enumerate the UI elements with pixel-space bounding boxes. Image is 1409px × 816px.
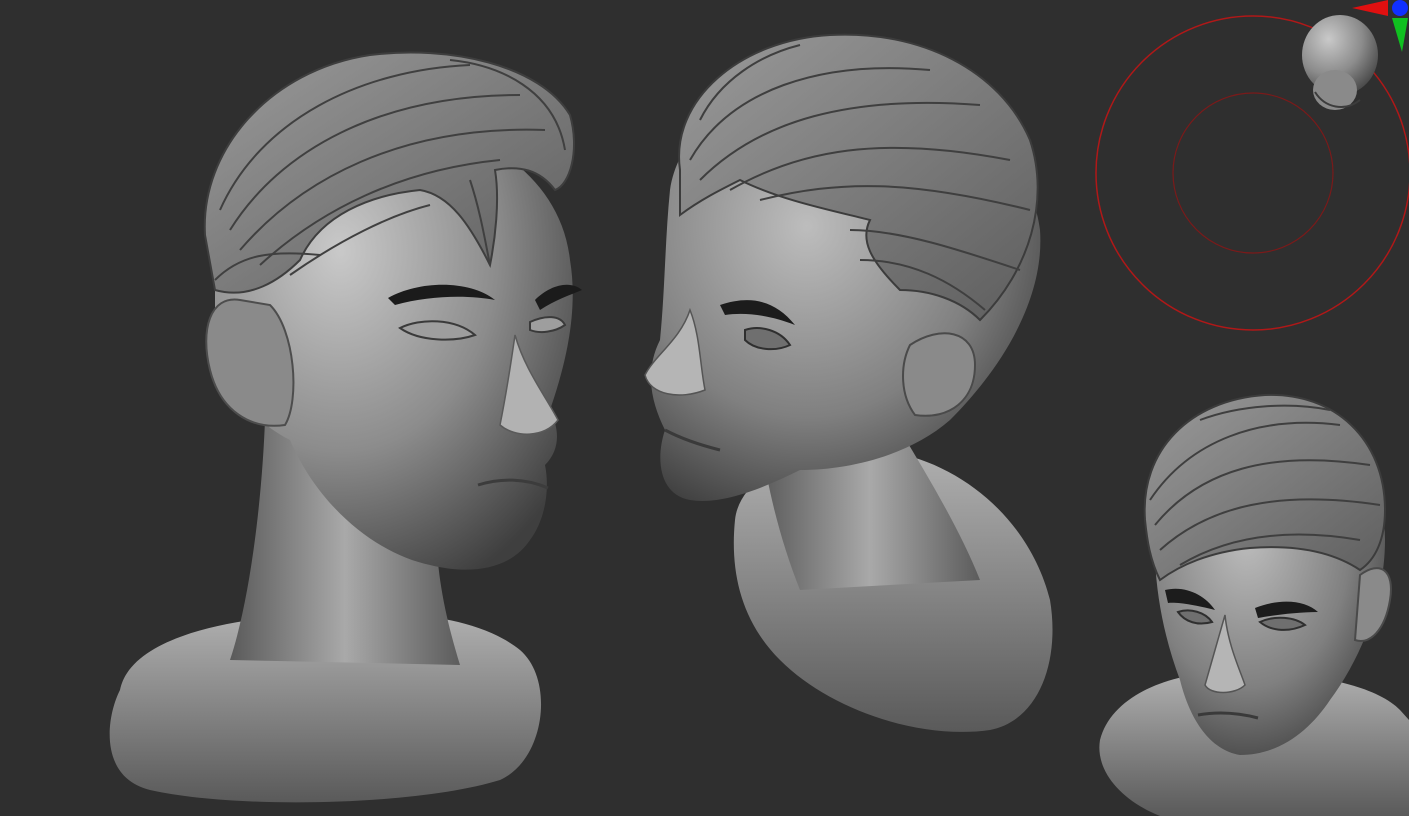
bust-low-angle-view[interactable] [644, 33, 1053, 732]
viewport-canvas[interactable] [0, 0, 1409, 816]
bust-high-angle-view[interactable] [1099, 393, 1409, 816]
skull-icon[interactable] [1302, 15, 1378, 110]
3d-viewport[interactable] [0, 0, 1409, 816]
ear [205, 298, 295, 427]
navigation-gizmo[interactable] [1095, 0, 1409, 331]
gizmo-inner-ring[interactable] [1172, 92, 1334, 254]
bust-three-quarter-view[interactable] [109, 51, 582, 803]
z-axis-dot-icon[interactable] [1392, 0, 1408, 16]
x-axis-arrow-icon[interactable] [1352, 0, 1388, 16]
ear [1353, 567, 1392, 642]
y-axis-arrow-icon[interactable] [1392, 18, 1408, 52]
